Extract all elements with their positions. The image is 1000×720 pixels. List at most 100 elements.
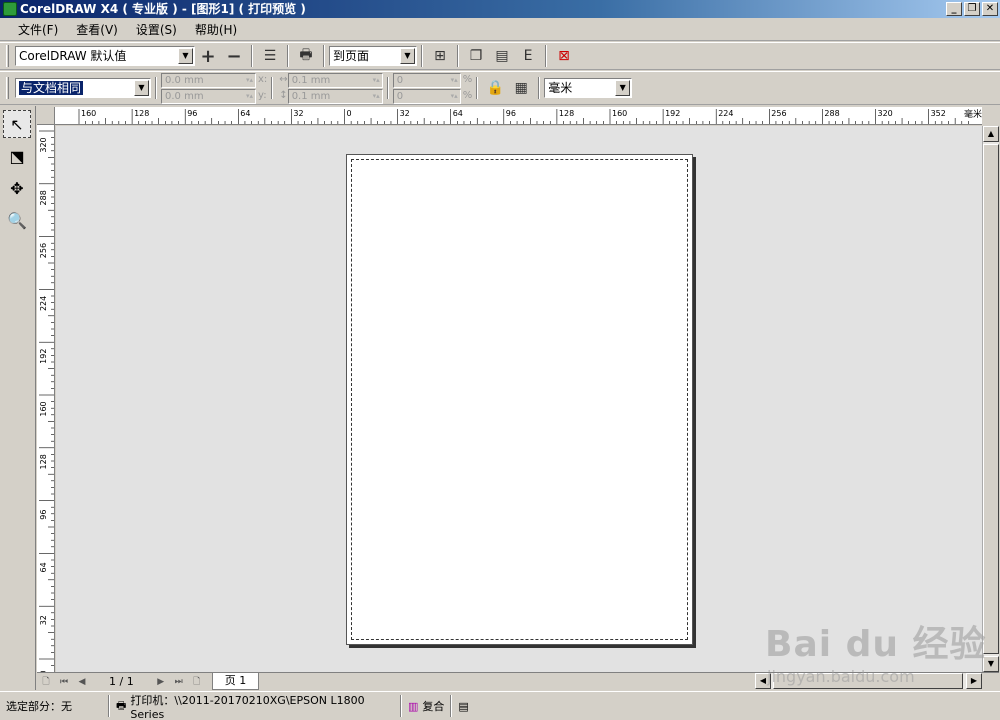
toolbar-separator — [323, 45, 325, 67]
chevron-down-icon[interactable]: ▼ — [134, 80, 149, 96]
horizontal-scrollbar[interactable]: ◀ ▶ — [755, 672, 982, 689]
percent-label: % — [462, 74, 473, 85]
toolbar-separator — [476, 77, 479, 99]
vertical-scroll-thumb[interactable] — [983, 144, 999, 654]
add-page-icon[interactable]: 🗋 — [190, 675, 204, 689]
first-page-icon[interactable]: ⏮ — [57, 675, 71, 689]
ruler-tick-label: 64 — [240, 109, 250, 118]
restore-button[interactable]: ❐ — [964, 2, 980, 16]
close-button[interactable]: ✕ — [982, 2, 998, 16]
toolbar-grip[interactable] — [6, 45, 9, 67]
position-fields: 0.0 mm ▾▴ 0.0 mm ▾▴ — [161, 72, 256, 104]
ruler-tick-label: 256 — [771, 109, 786, 118]
ruler-tick-label: 160 — [39, 401, 48, 416]
chevron-down-icon[interactable]: ▼ — [615, 80, 631, 96]
ruler-tick-label: 192 — [39, 349, 48, 364]
units-value: 毫米 — [548, 81, 573, 95]
toolbar-separator — [271, 77, 274, 99]
toolbar-grip[interactable] — [6, 77, 9, 99]
percent-label: % — [462, 90, 473, 101]
ruler-tick-label: 64 — [453, 109, 463, 118]
ruler-unit-label: 毫米 — [963, 110, 982, 120]
property-bar: 与文档相同 ▼ 0.0 mm ▾▴ 0.0 mm ▾▴ x: y: ↔ ↕ 0.1 … — [0, 71, 1000, 105]
menu-help[interactable]: 帮助(H) — [193, 19, 239, 40]
y-position-value: 0.0 mm — [165, 90, 204, 102]
units-select[interactable]: 毫米 ▼ — [544, 78, 633, 98]
ruler-vertical-ticks: 3202882562241921601289664320 — [39, 130, 54, 673]
ruler-tick-label: 96 — [506, 109, 516, 118]
ruler-horizontal-ticks: 160 128 96 64 32 0 32 64 96 128 160 192 224 256 288 320… — [78, 109, 969, 124]
ruler-tick-label: 128 — [559, 109, 574, 118]
toolbar-separator — [421, 45, 423, 67]
prev-page-icon[interactable]: ◀ — [75, 675, 89, 689]
next-page-icon[interactable]: ▶ — [154, 675, 168, 689]
menu-settings[interactable]: 设置(S) — [134, 19, 179, 40]
scroll-up-icon[interactable]: ▲ — [983, 126, 999, 142]
vertical-scrollbar[interactable]: ▲ ▼ — [982, 126, 999, 672]
emulsion-icon[interactable]: E — [517, 45, 539, 67]
lock-ratio-icon[interactable]: 🔒 — [484, 77, 506, 99]
menu-view[interactable]: 查看(V) — [74, 19, 120, 40]
toolbar-separator — [287, 45, 289, 67]
film-icon[interactable]: ▤ — [491, 45, 513, 67]
ruler-tick-label: 160 — [81, 109, 96, 118]
zoom-select[interactable]: 到页面 ▼ — [329, 46, 417, 66]
ruler-corner[interactable] — [37, 107, 55, 125]
print-icon[interactable]: 🖶 — [295, 45, 317, 67]
ruler-tick-label: 0 — [347, 109, 352, 118]
horizontal-scroll-thumb[interactable] — [773, 673, 963, 689]
toolbar-separator — [251, 45, 253, 67]
scale-y-value: 0 — [396, 90, 404, 102]
ruler-tick-label: 128 — [134, 109, 149, 118]
toolbar-separator — [386, 77, 389, 99]
zoom-tool-icon[interactable]: 🔍 — [3, 206, 31, 234]
spin-arrows-icon: ▾▴ — [450, 75, 458, 84]
width-value: 0.1 mm — [291, 74, 331, 86]
ruler-tick-label: 160 — [612, 109, 627, 118]
printer-label: 打印机：\\2011-20170210XG\EPSON L1800 Series — [130, 693, 365, 720]
film-status: ▤ — [452, 694, 474, 718]
ruler-tick-label: 288 — [39, 190, 48, 205]
height-icon: ↕ — [279, 90, 288, 101]
color-separations-icon[interactable]: ❐ — [465, 45, 487, 67]
spin-arrows-icon: ▾▴ — [450, 91, 458, 100]
ruler-tick-label: 192 — [665, 109, 680, 118]
title-bar: CorelDRAW X4 ( 专业版 ) - [图形1] ( 打印预览 ) _ … — [0, 0, 1000, 18]
print-preview-toolbar: CorelDRAW 默认值 ▼ + − ☰ 🖶 到页面 ▼ ⊞ ❐ ▤ E ⊠ — [0, 42, 1000, 70]
chevron-down-icon[interactable]: ▼ — [400, 48, 415, 64]
marks-placement-icon[interactable]: ✥ — [3, 174, 31, 202]
scroll-down-icon[interactable]: ▼ — [983, 656, 999, 672]
scroll-right-icon[interactable]: ▶ — [966, 673, 982, 689]
close-preview-icon[interactable]: ⊠ — [553, 45, 575, 67]
tile-icon[interactable]: ▦ — [510, 77, 532, 99]
printer-icon: 🖶 — [116, 698, 127, 712]
menu-file[interactable]: 文件(F) — [16, 19, 60, 40]
toolbar-separator — [155, 77, 157, 99]
toolbar-separator — [457, 45, 459, 67]
print-mode-status: ▥ 复合 — [402, 694, 450, 718]
size-fields: 0.1 mm ▾▴ 0.1 mm ▾▴ — [287, 72, 383, 104]
image-position-select[interactable]: 与文档相同 ▼ — [15, 78, 151, 98]
scroll-left-icon[interactable]: ◀ — [755, 673, 771, 689]
print-style-select[interactable]: CorelDRAW 默认值 ▼ — [15, 46, 195, 66]
add-style-button[interactable]: + — [197, 45, 219, 67]
remove-style-button[interactable]: − — [223, 45, 245, 67]
page-preview[interactable] — [346, 154, 693, 645]
ruler-tick-label: 224 — [718, 109, 733, 118]
menu-bar: 文件(F) 查看(V) 设置(S) 帮助(H) — [0, 19, 1000, 41]
preview-canvas[interactable] — [56, 126, 982, 672]
page-icon[interactable]: 🗋 — [39, 675, 53, 689]
scale-x-field: 0 ▾▴ — [392, 72, 461, 88]
full-screen-icon[interactable]: ⊞ — [429, 45, 451, 67]
print-options-icon[interactable]: ☰ — [259, 45, 281, 67]
last-page-icon[interactable]: ⏭ — [172, 675, 186, 689]
chevron-down-icon[interactable]: ▼ — [178, 48, 193, 64]
coreldraw-app-icon — [3, 2, 17, 16]
pick-tool-icon[interactable]: ↖ — [3, 110, 31, 138]
spin-arrows-icon: ▾▴ — [372, 91, 380, 100]
ruler-tick-label: 288 — [824, 109, 839, 118]
scale-x-value: 0 — [396, 74, 404, 86]
imposition-layout-icon[interactable]: ⬔ — [3, 142, 31, 170]
minimize-button[interactable]: _ — [946, 2, 962, 16]
page-tab[interactable]: 页 1 — [211, 673, 260, 690]
